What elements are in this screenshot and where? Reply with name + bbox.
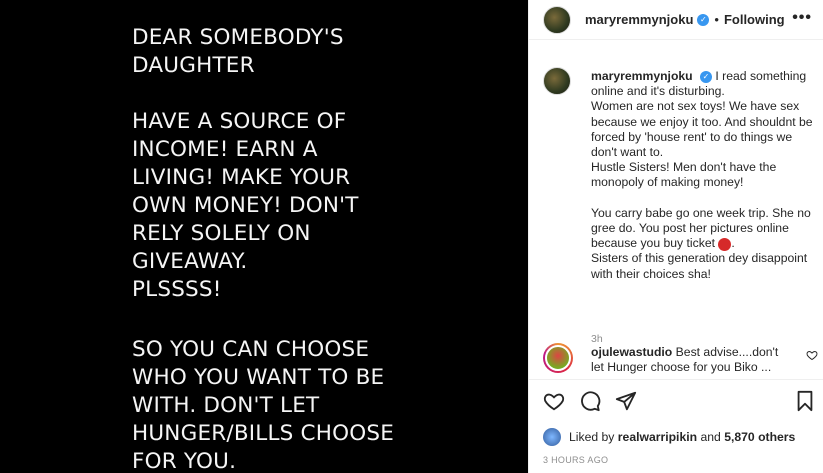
image-text-block-1: DEAR SOMEBODY'S DAUGHTER [132, 25, 344, 78]
posted-time[interactable]: 3 HOURS AGO [543, 455, 608, 465]
caption-avatar[interactable] [543, 67, 571, 95]
verified-badge-icon: ✓ [697, 13, 710, 26]
liker-avatar[interactable] [543, 428, 561, 446]
comment-like-heart-icon[interactable] [806, 349, 818, 361]
avatar[interactable] [543, 5, 571, 34]
separator-dot: • [714, 12, 719, 27]
image-text-block-2: HAVE A SOURCE OF INCOME! EARN A LIVING! … [132, 109, 359, 302]
likes-count[interactable]: 5,870 others [724, 430, 795, 444]
caption-text: maryremmynjoku ✓ I read something online… [591, 69, 816, 282]
post-header: maryremmynjoku ✓ • Following ••• [529, 0, 823, 40]
comment-username[interactable]: ojulewastudio [591, 345, 672, 359]
likes-prefix: Liked by [569, 430, 615, 444]
comments-section[interactable]: maryremmynjoku ✓ I read something online… [529, 41, 823, 379]
post-image[interactable]: DEAR SOMEBODY'S DAUGHTER HAVE A SOURCE O… [0, 0, 528, 473]
angry-face-icon [718, 237, 732, 251]
comment-bubble-icon[interactable] [579, 390, 601, 412]
post-sidebar: maryremmynjoku ✓ • Following ••• maryrem… [528, 0, 823, 473]
caption-timestamp[interactable]: 3h [591, 333, 603, 345]
caption-username[interactable]: maryremmynjoku [591, 69, 693, 83]
action-bar [529, 379, 823, 423]
liker-username[interactable]: realwarripikin [618, 430, 697, 444]
comment-avatar[interactable] [543, 343, 573, 373]
comment-text: ojulewastudio Best advise....don't let H… [591, 345, 791, 375]
share-paper-plane-icon[interactable] [615, 390, 637, 412]
bookmark-icon[interactable] [794, 390, 816, 412]
image-text-block-3: SO YOU CAN CHOOSE WHO YOU WANT TO BE WIT… [132, 337, 394, 473]
caption-body-1: I read something online and it's disturb… [591, 69, 813, 251]
likes-summary: Liked by realwarripikin and 5,870 others [543, 426, 795, 448]
following-button[interactable]: Following [724, 12, 785, 27]
like-heart-icon[interactable] [543, 390, 565, 412]
header-username[interactable]: maryremmynjoku [585, 12, 693, 27]
likes-middle: and [700, 430, 721, 444]
verified-badge-icon: ✓ [700, 70, 712, 83]
more-options-icon[interactable]: ••• [792, 9, 812, 27]
